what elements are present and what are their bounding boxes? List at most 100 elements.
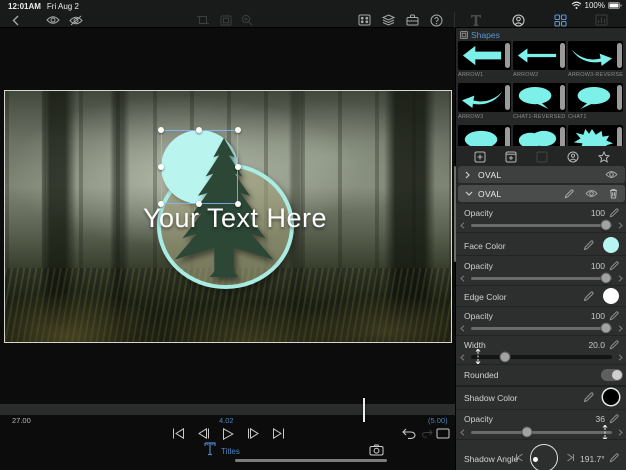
edit-pencil-icon[interactable] [609,414,619,424]
shadow-angle-dial[interactable] [530,444,558,470]
prev-keyframe-flag-icon[interactable] [515,453,524,462]
slider-right-arrow-icon[interactable] [616,222,625,229]
preview-canvas[interactable]: Your Text Here [4,90,452,343]
shape-tile-arrow2[interactable]: ARROW2 [513,41,566,83]
chevron-right-icon[interactable] [465,171,472,179]
shape-tile-arrow1[interactable]: ARROW1 [458,41,511,83]
delete-layer-trash-icon[interactable] [609,188,618,199]
tile-handle[interactable] [505,43,510,68]
slider-right-arrow-icon[interactable] [616,429,625,436]
redo-button[interactable] [420,427,434,440]
add-shape-icon[interactable] [474,151,486,163]
title-text[interactable]: Your Text Here [11,203,452,234]
slider-right-arrow-icon[interactable] [616,325,625,332]
tile-handle[interactable] [617,127,622,146]
width-slider[interactable] [458,350,625,364]
tile-handle[interactable] [560,85,565,110]
tab-text-styles[interactable] [468,13,484,27]
shape-tile-arrow3-reversed[interactable]: ARROW3-REVERSED [568,41,623,83]
show-overlays-icon[interactable] [45,13,61,27]
slider-left-arrow-icon[interactable] [458,354,467,361]
edge-color-pencil-icon[interactable] [583,291,593,301]
opacity-slider[interactable] [458,218,625,232]
tab-character[interactable] [510,13,526,27]
layer-visibility-icon[interactable] [605,170,618,179]
layer-row-oval-expanded[interactable]: OVAL [458,185,625,202]
add-preset-icon[interactable] [505,151,517,163]
titles-track-icon[interactable] [204,442,216,456]
shape-tile-bubble-cloud[interactable] [513,125,566,146]
selection-handle-w[interactable] [158,164,164,170]
tab-shapes[interactable] [552,13,568,27]
tile-handle[interactable] [617,85,622,110]
slider-left-arrow-icon[interactable] [458,222,467,229]
face-opacity-slider[interactable] [458,271,625,285]
chevron-down-icon[interactable] [465,191,472,196]
shape-tile-chat1-reversed[interactable]: CHAT1-REVERSED [513,83,566,125]
edge-color-swatch[interactable] [603,288,619,304]
tile-handle[interactable] [560,43,565,68]
step-forward-button[interactable] [246,427,260,440]
shape-tile-bubble[interactable] [458,125,511,146]
edit-pencil-icon[interactable] [609,261,619,271]
selection-handle-e[interactable] [235,164,241,170]
slider-right-arrow-icon[interactable] [616,354,625,361]
selection-handle-s[interactable] [196,201,202,207]
layer-visibility-icon[interactable] [585,189,598,198]
tile-handle[interactable] [505,127,510,146]
timeline-horizontal-scrollbar[interactable] [235,459,387,462]
slider-thumb[interactable] [499,352,510,363]
next-keyframe-flag-icon[interactable] [566,453,575,462]
help-icon[interactable] [428,13,444,27]
keyframe-marker[interactable] [475,349,482,364]
slider-thumb[interactable] [601,273,612,284]
scrub-bar[interactable] [0,404,455,415]
slider-left-arrow-icon[interactable] [458,429,467,436]
slider-left-arrow-icon[interactable] [458,325,467,332]
selection-handle-ne[interactable] [235,127,241,133]
save-preset-icon[interactable] [536,151,548,163]
crop-tool-icon[interactable] [195,13,211,27]
edit-pencil-icon[interactable] [609,340,619,350]
selection-handle-sw[interactable] [158,201,164,207]
slider-thumb[interactable] [522,427,533,438]
skip-to-start-button[interactable] [171,427,185,440]
step-back-button[interactable] [196,427,210,440]
slider-thumb[interactable] [601,323,612,334]
face-color-pencil-icon[interactable] [583,240,593,250]
tile-handle[interactable] [560,127,565,146]
rounded-toggle[interactable] [601,369,623,381]
shadow-color-swatch[interactable] [603,389,619,405]
toolbox-icon[interactable] [404,13,420,27]
presets-icon[interactable] [356,13,372,27]
edit-pencil-icon[interactable] [609,453,619,463]
fit-frame-icon[interactable] [218,13,234,27]
tile-handle[interactable] [505,85,510,110]
rename-pencil-icon[interactable] [564,189,574,199]
shape-tile-chat1[interactable]: CHAT1 [568,83,623,125]
selection-handle-se[interactable] [235,201,241,207]
edit-pencil-icon[interactable] [609,208,619,218]
snapshot-camera-icon[interactable] [369,444,384,456]
titles-track-label[interactable]: Titles [221,447,240,456]
shape-tile-starburst[interactable] [568,125,623,146]
fullscreen-preview-button[interactable] [436,427,450,440]
slider-right-arrow-icon[interactable] [616,275,625,282]
slider-left-arrow-icon[interactable] [458,275,467,282]
undo-button[interactable] [402,427,416,440]
edge-opacity-slider[interactable] [458,321,625,335]
selection-handle-n[interactable] [196,127,202,133]
edit-pencil-icon[interactable] [609,311,619,321]
keyframe-marker[interactable] [601,425,608,440]
tab-audio-meters[interactable] [593,13,609,27]
face-color-swatch[interactable] [603,237,619,253]
play-button[interactable] [221,427,235,440]
slider-thumb[interactable] [601,220,612,231]
shadow-color-pencil-icon[interactable] [583,392,593,402]
layer-row-oval-collapsed[interactable]: OVAL [458,166,625,183]
shape-tile-arrow3[interactable]: ARROW3 [458,83,511,125]
tile-handle[interactable] [617,43,622,68]
favorites-star-icon[interactable] [598,151,610,163]
layers-icon[interactable] [380,13,396,27]
hide-overlays-icon[interactable] [68,13,84,27]
